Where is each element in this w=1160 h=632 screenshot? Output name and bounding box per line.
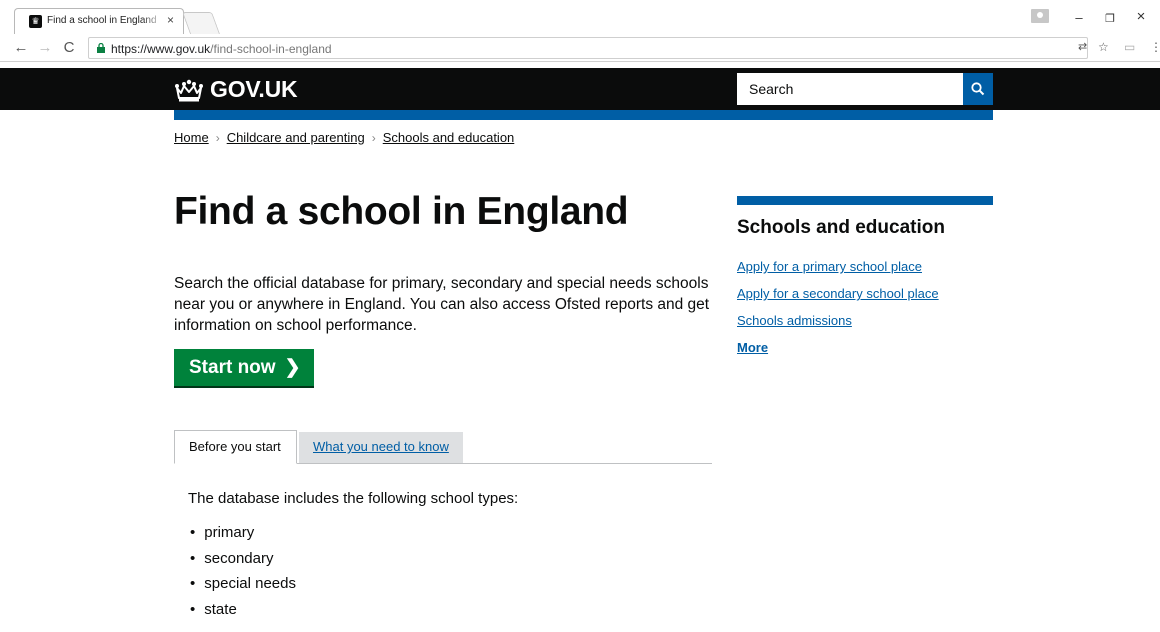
chevron-right-icon: ❯ (284, 357, 301, 378)
tab-what-you-need-to-know[interactable]: What you need to know (299, 432, 463, 463)
close-window-button[interactable]: × (1131, 8, 1151, 25)
search-button[interactable] (963, 73, 993, 105)
site-search (737, 73, 993, 105)
chevron-right-icon: › (371, 130, 376, 145)
start-now-label: Start now (189, 356, 276, 378)
govuk-logo-text: GOV.UK (210, 76, 298, 102)
breadcrumb-schools[interactable]: Schools and education (383, 130, 515, 145)
start-now-button[interactable]: Start now ❯ (174, 349, 314, 386)
breadcrumb-home[interactable]: Home (174, 130, 209, 145)
chevron-right-icon: › (215, 130, 220, 145)
url-host: https://www.gov.uk (111, 42, 211, 56)
url-text: https://www.gov.uk/find-school-in-englan… (111, 42, 332, 56)
crown-icon (175, 79, 203, 101)
school-type-list: primary secondary special needs state pr… (190, 520, 296, 632)
browser-tab[interactable]: ♛ Find a school in England × (14, 8, 184, 34)
extension-icon[interactable]: ▭ (1124, 40, 1135, 54)
close-tab-icon[interactable]: × (167, 13, 174, 27)
header-blue-bar (174, 110, 993, 120)
minimize-button[interactable]: – (1069, 10, 1089, 25)
list-item: state (190, 597, 296, 623)
star-icon[interactable]: ☆ (1098, 40, 1109, 54)
translate-icon[interactable]: ⇄ (1078, 40, 1087, 53)
arrow-left-icon[interactable]: ← (12, 39, 30, 56)
sidebar-blue-bar (737, 196, 993, 205)
header-inner: GOV.UK (174, 68, 993, 110)
profile-icon[interactable] (1031, 9, 1049, 23)
sidebar-title: Schools and education (737, 217, 945, 238)
govuk-favicon-icon: ♛ (29, 15, 42, 28)
address-bar[interactable]: https://www.gov.uk/find-school-in-englan… (88, 37, 1088, 59)
list-item: special needs (190, 571, 296, 597)
tab-before-you-start[interactable]: Before you start (174, 430, 297, 464)
reload-icon[interactable]: C (60, 39, 78, 56)
content-tabs: Before you start What you need to know (174, 430, 712, 464)
viewport-edge (0, 628, 1160, 632)
browser-toolbar: ← → C https://www.gov.uk/find-school-in-… (0, 34, 1160, 62)
sidebar-link-admissions[interactable]: Schools admissions (737, 307, 993, 334)
breadcrumb: Home › Childcare and parenting › Schools… (174, 130, 514, 145)
lead-paragraph: Search the official database for primary… (174, 275, 710, 334)
lock-icon (97, 43, 105, 53)
search-icon (971, 82, 985, 96)
browser-tab-title: Find a school in England (47, 15, 157, 26)
sidebar-link-primary[interactable]: Apply for a primary school place (737, 253, 993, 280)
menu-icon[interactable]: ⋮ (1150, 40, 1160, 54)
breadcrumb-childcare[interactable]: Childcare and parenting (227, 130, 365, 145)
sidebar-more-link[interactable]: More (737, 334, 993, 361)
url-path: /find-school-in-england (210, 42, 332, 56)
govuk-header: GOV.UK (0, 68, 1160, 110)
sidebar-links: Apply for a primary school place Apply f… (737, 253, 993, 361)
restore-button[interactable]: ❐ (1100, 12, 1120, 25)
list-item: primary (190, 520, 296, 546)
tab-panel-intro: The database includes the following scho… (188, 490, 519, 507)
sidebar-link-secondary[interactable]: Apply for a secondary school place (737, 280, 993, 307)
new-tab-button[interactable] (181, 12, 221, 34)
govuk-logo-link[interactable]: GOV.UK (174, 76, 298, 103)
search-input[interactable] (737, 73, 963, 105)
arrow-right-icon[interactable]: → (36, 39, 54, 56)
related-sidebar: Schools and education Apply for a primar… (737, 196, 993, 361)
browser-tabstrip: ♛ Find a school in England × – ❐ × (0, 0, 1160, 34)
list-item: secondary (190, 546, 296, 572)
page-title: Find a school in England (174, 190, 629, 233)
